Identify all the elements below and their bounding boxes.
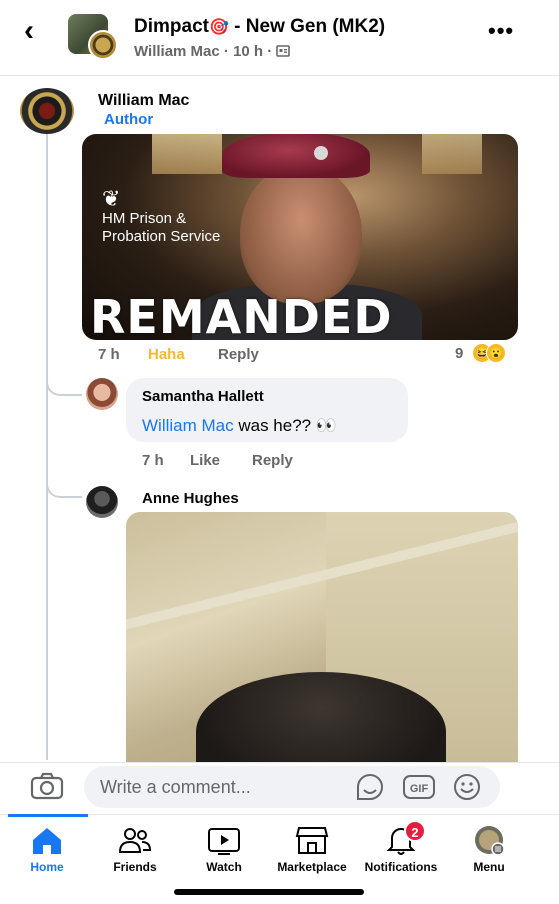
nav-notifications[interactable]: Notifications [356, 818, 446, 882]
comment-time: 7 h [98, 346, 120, 363]
nav-label: Notifications [364, 860, 438, 874]
org-line-1: HM Prison & [102, 210, 187, 227]
friends-icon [118, 828, 152, 853]
thread-line [46, 130, 48, 760]
group-privacy-icon [276, 45, 291, 57]
avatar[interactable] [86, 378, 118, 410]
nav-marketplace[interactable]: Marketplace [267, 818, 357, 882]
nav-label: Home [30, 860, 64, 874]
author-small-avatar [88, 30, 118, 60]
nav-label: Marketplace [277, 860, 347, 874]
beret [222, 134, 370, 178]
post-time: 10 h [233, 43, 264, 60]
comment-time: 7 h [142, 452, 164, 469]
nav-friends[interactable]: Friends [90, 818, 180, 882]
comment-input[interactable] [84, 766, 500, 808]
window-light [422, 134, 482, 174]
reaction-summary[interactable]: 😆 😮 [472, 343, 522, 365]
more-options-icon[interactable]: ••• [488, 18, 514, 44]
gif-icon[interactable]: GIF [402, 772, 436, 802]
nav-watch[interactable]: Watch [179, 818, 269, 882]
home-indicator [174, 889, 364, 895]
post-author-link[interactable]: William Mac [134, 43, 220, 60]
post-subtitle: William Mac · 10 h · [134, 43, 291, 60]
watch-icon [208, 828, 240, 855]
beret-badge [314, 146, 328, 160]
comment-image[interactable]: ❦ HM Prison & Probation Service REMANDED [82, 134, 518, 340]
mention-link[interactable]: William Mac [142, 416, 234, 435]
group-avatar[interactable] [68, 14, 118, 60]
reaction-count[interactable]: 9 [455, 345, 463, 362]
avatar[interactable] [86, 486, 118, 518]
nav-label: Watch [206, 860, 242, 874]
back-arrow-icon[interactable]: ‹ [24, 16, 48, 46]
comment-author[interactable]: Anne Hughes [142, 490, 239, 507]
haha-reaction-button[interactable]: Haha [148, 346, 185, 363]
nav-menu[interactable]: Menu [444, 818, 534, 882]
reply-connector [46, 368, 82, 396]
emoji-icon[interactable] [452, 772, 482, 802]
image-headline: REMANDED [90, 290, 393, 340]
sticker-icon[interactable] [354, 772, 386, 802]
comment-photo[interactable] [126, 512, 518, 762]
svg-text:GIF: GIF [410, 783, 429, 795]
comment-body: was he?? 👀 [233, 416, 337, 435]
reply-button[interactable]: Reply [218, 346, 259, 363]
home-icon [33, 828, 61, 854]
active-tab-indicator [8, 814, 88, 817]
window-light [152, 134, 222, 174]
royal-crest-icon: ❦ [102, 186, 121, 211]
target-emoji-icon: 🎯 [208, 19, 229, 36]
group-title-text: Dimpact [134, 16, 209, 37]
marketplace-icon [295, 827, 329, 854]
comment-author[interactable]: William Mac [98, 92, 189, 110]
notification-badge: 2 [404, 820, 426, 842]
menu-avatar-icon [475, 826, 505, 856]
avatar[interactable] [20, 88, 74, 134]
nav-label: Friends [113, 860, 157, 874]
reply-connector [46, 470, 82, 498]
comment-author[interactable]: Samantha Hallett [142, 388, 264, 405]
org-name: HM Prison & Probation Service [102, 210, 220, 246]
like-button[interactable]: Like [190, 452, 220, 469]
group-title[interactable]: Dimpact🎯 - New Gen (MK2) [134, 16, 385, 38]
org-line-2: Probation Service [102, 228, 221, 245]
group-title-suffix: - New Gen (MK2) [228, 16, 386, 37]
author-badge: Author [104, 111, 154, 128]
nav-home[interactable]: Home [2, 818, 92, 882]
comment-text: William Mac was he?? 👀 [142, 416, 337, 436]
face [240, 164, 362, 304]
wow-reaction-icon: 😮 [486, 343, 506, 363]
nav-label: Menu [473, 860, 505, 874]
camera-icon[interactable] [30, 772, 64, 800]
reply-button[interactable]: Reply [252, 452, 293, 469]
